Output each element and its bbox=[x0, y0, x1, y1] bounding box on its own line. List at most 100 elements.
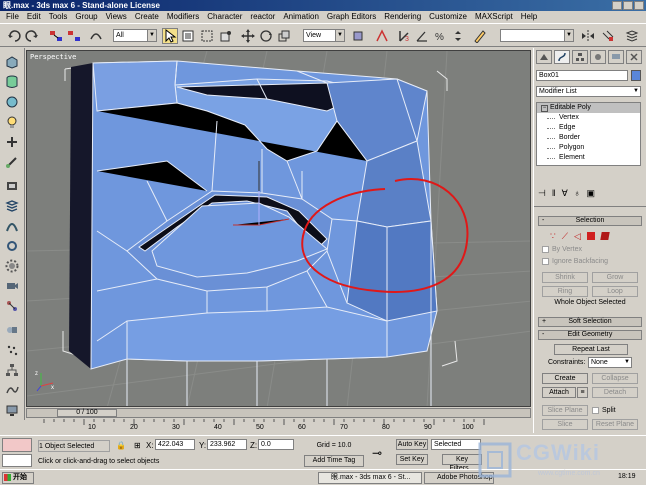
stack-item-edge[interactable]: Edge bbox=[537, 123, 640, 133]
motion-tab-icon[interactable] bbox=[590, 50, 606, 64]
track-bar[interactable]: 10 20 30 40 50 60 70 80 90 100 bbox=[26, 419, 506, 435]
menu-reactor[interactable]: reactor bbox=[246, 11, 279, 23]
menu-views[interactable]: Views bbox=[102, 11, 131, 23]
y-coordinate-field[interactable]: 233.962 bbox=[207, 439, 247, 450]
rollout-soft-selection-title[interactable]: + Soft Selection bbox=[538, 317, 642, 327]
checkbox-box[interactable] bbox=[592, 407, 599, 414]
box-primitive-icon[interactable] bbox=[3, 54, 21, 70]
checkbox-box[interactable] bbox=[542, 246, 549, 253]
loop-button[interactable]: Loop bbox=[592, 286, 638, 297]
shrink-button[interactable]: Shrink bbox=[542, 272, 588, 283]
menu-help[interactable]: Help bbox=[517, 11, 541, 23]
redo-icon[interactable] bbox=[24, 28, 40, 44]
gear-icon[interactable] bbox=[3, 258, 21, 274]
camera-icon[interactable] bbox=[3, 278, 21, 294]
menu-graph-editors[interactable]: Graph Editors bbox=[323, 11, 380, 23]
slice-button[interactable]: Slice bbox=[542, 419, 588, 430]
percent-snap-icon[interactable]: % bbox=[432, 28, 448, 44]
rollout-edit-geometry-title[interactable]: - Edit Geometry bbox=[538, 330, 642, 340]
select-and-move-icon[interactable] bbox=[240, 28, 256, 44]
border-level-icon[interactable]: ◁ bbox=[574, 231, 581, 242]
systems-icon[interactable] bbox=[3, 298, 21, 314]
menu-edit[interactable]: Edit bbox=[23, 11, 45, 23]
by-vertex-checkbox[interactable]: By Vertex bbox=[542, 246, 582, 253]
element-level-icon[interactable] bbox=[600, 232, 610, 240]
object-name-field[interactable]: Box01 bbox=[536, 70, 628, 81]
stack-item-polygon[interactable]: Polygon bbox=[537, 143, 640, 153]
display-tab-icon[interactable] bbox=[608, 50, 624, 64]
layer-manager-icon[interactable] bbox=[624, 28, 640, 44]
light-icon[interactable] bbox=[3, 114, 21, 130]
menu-rendering[interactable]: Rendering bbox=[380, 11, 425, 23]
configure-modifier-sets-icon[interactable]: ▣ bbox=[586, 188, 595, 199]
repeat-last-button[interactable]: Repeat Last bbox=[554, 344, 628, 355]
start-button[interactable]: 开始 bbox=[2, 472, 34, 484]
modifier-list-dropdown[interactable]: Modifier List ▼ bbox=[536, 86, 641, 97]
attach-button[interactable]: Attach bbox=[542, 387, 576, 398]
selection-filter-dropdown[interactable]: All ▼ bbox=[113, 29, 157, 42]
edit-named-selection-icon[interactable] bbox=[472, 28, 488, 44]
make-unique-icon[interactable]: ∀ bbox=[562, 188, 568, 199]
x-coordinate-field[interactable]: 422.043 bbox=[155, 439, 195, 450]
key-filters-button[interactable]: Key Filters... bbox=[442, 454, 482, 472]
window-crossing-icon[interactable] bbox=[218, 28, 234, 44]
mirror-icon[interactable] bbox=[580, 28, 596, 44]
constraints-dropdown[interactable]: None ▼ bbox=[588, 357, 632, 368]
key-icon[interactable]: ⊸ bbox=[372, 446, 382, 460]
undo-icon[interactable] bbox=[6, 28, 22, 44]
perspective-viewport[interactable]: Perspective z x bbox=[26, 50, 531, 407]
edge-level-icon[interactable]: ⟋ bbox=[562, 231, 568, 242]
ignore-backfacing-checkbox[interactable]: Ignore Backfacing bbox=[542, 258, 608, 265]
select-and-rotate-icon[interactable] bbox=[258, 28, 274, 44]
auto-key-button[interactable]: Auto Key bbox=[396, 439, 428, 450]
bind-space-warp-icon[interactable] bbox=[88, 28, 104, 44]
polygon-level-icon[interactable] bbox=[586, 232, 595, 240]
task-3dsmax[interactable]: 眼.max - 3ds max 6 - St... bbox=[318, 472, 422, 484]
time-slider-track[interactable]: 0 / 100 bbox=[26, 408, 531, 418]
utility-icon[interactable] bbox=[3, 238, 21, 254]
menu-customize[interactable]: Customize bbox=[425, 11, 471, 23]
vertex-level-icon[interactable]: ∵ bbox=[550, 231, 556, 242]
modifier-icon[interactable] bbox=[3, 198, 21, 214]
reset-plane-button[interactable]: Reset Plane bbox=[592, 419, 638, 430]
hierarchy-tab-icon[interactable] bbox=[572, 50, 588, 64]
reference-coordinate-dropdown[interactable]: View ▼ bbox=[303, 29, 345, 42]
add-time-tag-button[interactable]: Add Time Tag bbox=[304, 455, 364, 467]
absolute-mode-icon[interactable]: ⊞ bbox=[134, 441, 141, 450]
time-slider[interactable]: 0 / 100 bbox=[57, 409, 117, 417]
minimize-button[interactable] bbox=[612, 1, 622, 10]
set-key-button[interactable]: Set Key bbox=[396, 454, 428, 465]
sphere-icon[interactable] bbox=[3, 94, 21, 110]
checkbox-box[interactable] bbox=[542, 258, 549, 265]
collapse-button[interactable]: Collapse bbox=[592, 373, 638, 384]
ring-button[interactable]: Ring bbox=[542, 286, 588, 297]
menu-character[interactable]: Character bbox=[203, 11, 246, 23]
split-checkbox[interactable]: Split bbox=[592, 407, 616, 414]
select-object-icon[interactable] bbox=[162, 28, 178, 44]
detach-button[interactable]: Detach bbox=[592, 387, 638, 398]
align-icon[interactable] bbox=[600, 28, 616, 44]
cylinder-icon[interactable] bbox=[3, 74, 21, 90]
modify-tab-icon[interactable] bbox=[554, 50, 570, 64]
show-end-result-icon[interactable]: ‖ bbox=[552, 188, 556, 198]
close-button[interactable] bbox=[634, 1, 644, 10]
maxscript-input-mini[interactable] bbox=[2, 454, 32, 467]
menu-tools[interactable]: Tools bbox=[45, 11, 72, 23]
lock-selection-icon[interactable]: 🔒 bbox=[116, 441, 126, 450]
menu-maxscript[interactable]: MAXScript bbox=[471, 11, 517, 23]
maxscript-listener-mini[interactable] bbox=[2, 438, 32, 452]
shape-icon[interactable] bbox=[3, 178, 21, 194]
spinner-snap-icon[interactable] bbox=[450, 28, 466, 44]
utilities-tab-icon[interactable] bbox=[626, 50, 642, 64]
collapse-icon[interactable]: − bbox=[541, 105, 548, 112]
z-coordinate-field[interactable]: 0.0 bbox=[258, 439, 294, 450]
maximize-button[interactable] bbox=[623, 1, 633, 10]
pin-stack-icon[interactable]: ⊣ bbox=[538, 188, 546, 199]
stack-item-element[interactable]: Element bbox=[537, 153, 640, 163]
create-button[interactable]: Create bbox=[542, 373, 588, 384]
unlink-icon[interactable] bbox=[66, 28, 82, 44]
key-filter-dropdown[interactable]: Selected bbox=[431, 439, 481, 450]
menu-create[interactable]: Create bbox=[131, 11, 163, 23]
menu-group[interactable]: Group bbox=[71, 11, 101, 23]
stack-item-border[interactable]: Border bbox=[537, 133, 640, 143]
